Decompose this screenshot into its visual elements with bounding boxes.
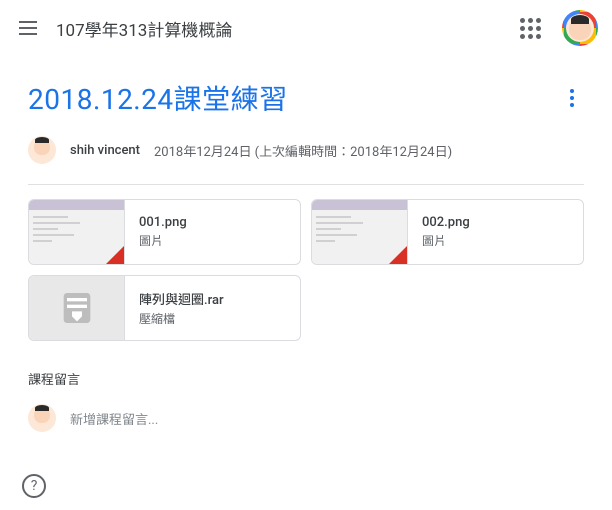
post-header: 2018.12.24課堂練習 [28, 78, 584, 118]
post-title: 2018.12.24課堂練習 [28, 78, 288, 118]
post-dates: 2018年12月24日 (上次編輯時間：2018年12月24日) [154, 141, 452, 160]
apps-grid-icon[interactable] [518, 16, 542, 40]
account-avatar[interactable] [562, 10, 598, 46]
author-name: shih vincent [70, 143, 140, 158]
archive-thumbnail [29, 276, 125, 340]
image-thumbnail [312, 200, 408, 264]
fold-corner-icon [389, 246, 407, 264]
help-icon[interactable]: ? [22, 474, 46, 498]
attachment-card[interactable]: 002.png 圖片 [311, 199, 584, 265]
attachment-name: 陣列與迴圈.rar [139, 289, 224, 308]
attachments-grid: 001.png 圖片 002.png 圖片陣列與迴圈.rar 壓縮檔 [28, 199, 584, 341]
more-options-icon[interactable] [560, 86, 584, 110]
attachment-type: 圖片 [139, 232, 187, 249]
attachment-info: 002.png 圖片 [408, 200, 484, 264]
author-avatar [28, 136, 56, 164]
topbar: 107學年313計算機概論 [0, 0, 612, 56]
attachment-name: 001.png [139, 215, 187, 230]
comment-placeholder: 新增課程留言... [70, 409, 158, 428]
attachment-name: 002.png [422, 215, 470, 230]
self-avatar [28, 404, 56, 432]
comments-section-label: 課程留言 [28, 369, 584, 388]
attachment-type: 壓縮檔 [139, 310, 224, 327]
divider [28, 184, 584, 185]
author-row: shih vincent 2018年12月24日 (上次編輯時間：2018年12… [28, 136, 584, 164]
fold-corner-icon [106, 246, 124, 264]
attachment-card[interactable]: 001.png 圖片 [28, 199, 301, 265]
archive-icon [57, 288, 97, 328]
attachment-info: 001.png 圖片 [125, 200, 201, 264]
menu-icon[interactable] [14, 14, 42, 42]
attachment-type: 圖片 [422, 232, 470, 249]
image-thumbnail [29, 200, 125, 264]
attachment-card[interactable]: 陣列與迴圈.rar 壓縮檔 [28, 275, 301, 341]
attachment-info: 陣列與迴圈.rar 壓縮檔 [125, 276, 238, 340]
comment-input-row[interactable]: 新增課程留言... [28, 404, 584, 432]
post-content: 2018.12.24課堂練習 shih vincent 2018年12月24日 … [0, 56, 612, 432]
course-title[interactable]: 107學年313計算機概論 [56, 16, 518, 41]
